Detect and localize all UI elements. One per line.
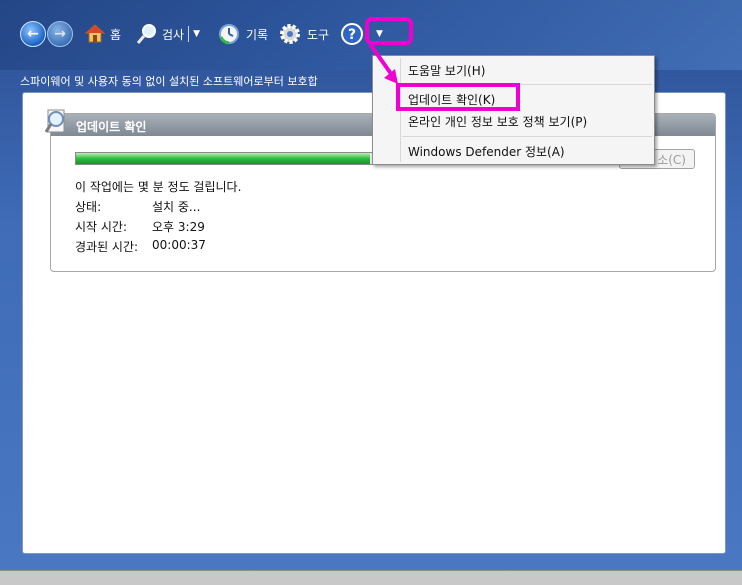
progress-bar	[75, 152, 397, 165]
home-label: 홈	[110, 27, 122, 42]
gear-icon	[279, 23, 301, 45]
tools-button[interactable]: 도구	[279, 18, 329, 50]
search-button[interactable]: 검사 ▼	[136, 18, 200, 50]
page-subtitle: 스파이웨어 및 사용자 동의 없이 설치된 소프트웨어로부터 보호합	[20, 75, 318, 88]
toolbar-separator	[188, 26, 190, 42]
forward-arrow-icon[interactable]: →	[47, 21, 73, 47]
menu-item-highlight-box	[396, 83, 520, 111]
duration-message: 이 작업에는 몇 분 정도 걸립니다.	[75, 180, 242, 194]
elapsed-time-value: 00:00:37	[152, 238, 206, 252]
home-button[interactable]: 홈	[84, 18, 121, 50]
status-bar	[0, 570, 742, 585]
history-label: 기록	[246, 27, 269, 42]
search-label: 검사	[162, 27, 185, 42]
home-icon	[84, 23, 106, 45]
start-time-label: 시작 시간:	[75, 220, 128, 234]
menu-item-privacy-policy[interactable]: 온라인 개인 정보 보호 정책 보기(P)	[408, 113, 587, 130]
help-button[interactable]: ?	[341, 18, 363, 50]
menu-item-about-defender[interactable]: Windows Defender 정보(A)	[408, 143, 565, 160]
status-label: 상태:	[75, 200, 102, 214]
application-window: ← → 홈 검사 ▼ 기록 도구 ? ▼ 스파이웨어 및 사용자 동의 없이 설…	[0, 0, 742, 585]
panel-title: 업데이트 확인	[76, 120, 147, 134]
back-arrow-icon[interactable]: ←	[20, 21, 46, 47]
search-dropdown-icon[interactable]: ▼	[193, 29, 200, 39]
menu-separator	[402, 136, 652, 137]
start-time-value: 오후 3:29	[152, 220, 205, 234]
svg-text:?: ?	[348, 27, 356, 43]
magnifier-icon	[136, 23, 158, 45]
tools-label: 도구	[307, 27, 330, 42]
magnifier-page-icon	[44, 108, 71, 141]
menu-item-view-help[interactable]: 도움말 보기(H)	[408, 62, 485, 79]
progress-bar-fill	[76, 153, 371, 164]
elapsed-time-label: 경과된 시간:	[75, 240, 139, 254]
clock-icon	[218, 23, 240, 45]
history-button[interactable]: 기록	[218, 18, 268, 50]
help-icon: ?	[341, 23, 363, 45]
status-value: 설치 중...	[152, 200, 201, 214]
